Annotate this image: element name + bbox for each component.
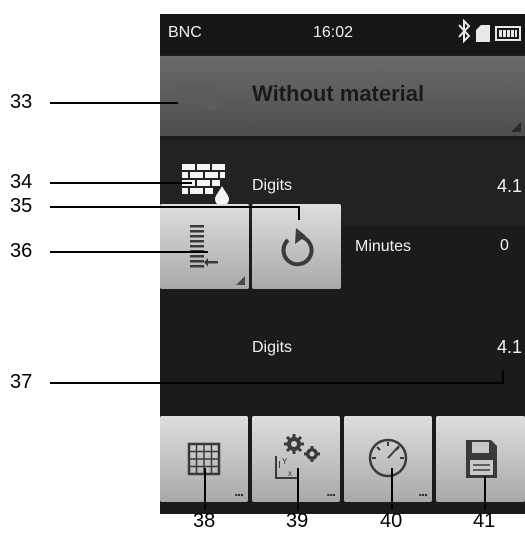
callout-line-35	[50, 206, 300, 220]
callout-37: 37	[10, 371, 33, 393]
callout-38: 38	[193, 510, 216, 532]
callout-36: 36	[10, 240, 33, 262]
callout-34: 34	[10, 171, 33, 193]
callout-39: 39	[286, 510, 309, 532]
callout-35: 35	[10, 195, 33, 217]
callout-33: 33	[10, 91, 33, 113]
callout-40: 40	[380, 510, 403, 532]
callout-line-37	[50, 370, 504, 384]
callout-lines	[50, 102, 504, 510]
callout-41: 41	[473, 510, 496, 532]
